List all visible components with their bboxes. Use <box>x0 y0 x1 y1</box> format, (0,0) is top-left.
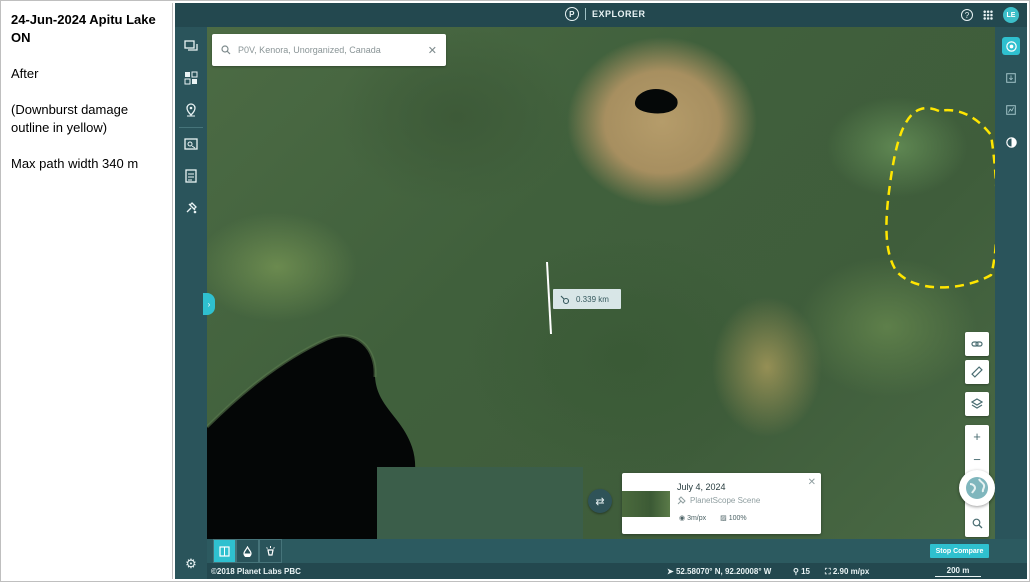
basemap-layers-icon[interactable] <box>965 392 989 416</box>
scene-resolution: ◉ 3m/px <box>679 514 706 522</box>
brightness-contrast-icon[interactable] <box>1002 133 1020 151</box>
opacity-drop-icon[interactable] <box>236 539 259 563</box>
zoom-to-icon[interactable] <box>965 513 989 533</box>
compare-swipe-panel[interactable] <box>377 467 583 539</box>
clear-search-icon[interactable]: ✕ <box>428 44 437 57</box>
top-bar: P EXPLORER ? LE <box>175 3 1027 27</box>
measure-ruler-icon[interactable] <box>965 360 989 384</box>
slide-frame: 24-Jun-2024 Apitu Lake ON After (Downbur… <box>0 0 1030 582</box>
split-view-icon[interactable] <box>213 539 236 563</box>
stop-compare-button[interactable]: Stop Compare <box>930 544 989 558</box>
apps-grid-icon[interactable] <box>983 10 993 20</box>
zoom-out-button[interactable]: − <box>965 449 989 469</box>
layers-list-icon[interactable] <box>182 37 200 55</box>
import-icon[interactable] <box>1002 69 1020 87</box>
scale-bar: 200 m <box>935 566 981 577</box>
scene-coverage-value: 100% <box>728 515 747 522</box>
coordinates-value: 52.58070° N, 92.20008° W <box>675 567 772 576</box>
compare-mode-icon[interactable] <box>1002 37 1020 55</box>
swap-compare-button[interactable]: ⇄ <box>588 489 612 513</box>
location-search-box[interactable]: ✕ <box>212 34 446 66</box>
scene-type: PlanetScope Scene <box>677 496 760 505</box>
close-scene-card-icon[interactable]: ✕ <box>808 477 816 488</box>
planet-explorer-app: P EXPLORER ? LE ⚙ P0V, Kenora, Unorganiz… <box>175 3 1027 579</box>
scene-resolution-value: 3m/px <box>687 515 707 522</box>
measurement-value: 0.339 km <box>576 294 609 304</box>
notes-after: After <box>11 66 39 81</box>
notes-title: 24-Jun-2024 Apitu Lake ON <box>11 12 156 45</box>
top-right-actions: ? LE <box>961 7 1019 23</box>
mosaic-grid-icon[interactable] <box>182 69 200 87</box>
measurement-line <box>546 261 552 335</box>
scene-thumbnail <box>622 491 670 517</box>
satellite-task-icon[interactable] <box>182 199 200 217</box>
notes-outline-description: (Downburst damage outline in yellow) <box>11 102 129 135</box>
scene-info-card[interactable]: July 4, 2024 PlanetScope Scene ◉ 3m/px ▨… <box>622 473 821 534</box>
zoom-in-button[interactable]: + <box>965 426 989 446</box>
right-tool-rail <box>995 27 1027 539</box>
share-link-icon[interactable] <box>965 332 989 356</box>
status-bar: ©2018 Planet Labs PBC ➤ 52.58070° N, 92.… <box>207 563 1027 579</box>
zoom-magnifier-icon: ⚲ <box>793 567 802 576</box>
avatar[interactable]: LE <box>1003 7 1019 23</box>
notes-panel: 24-Jun-2024 Apitu Lake ON After (Downbur… <box>3 3 173 579</box>
scene-date: July 4, 2024 <box>677 482 726 492</box>
chart-icon[interactable] <box>1002 101 1020 119</box>
resolution-icon: ◉ <box>679 515 688 522</box>
cursor-coordinates: ➤ 52.58070° N, 92.20008° W <box>667 567 771 576</box>
expand-panel-chevron-icon[interactable]: › <box>203 293 215 315</box>
spotlight-icon[interactable] <box>259 539 282 563</box>
ruler-distance-icon <box>560 295 570 304</box>
coverage-icon: ▨ <box>720 515 729 522</box>
downburst-outline <box>885 107 995 289</box>
document-icon[interactable] <box>182 167 200 185</box>
map-overlay <box>207 88 995 539</box>
navigation-arrow-icon: ➤ <box>667 567 676 576</box>
satellite-icon <box>677 496 686 505</box>
satellite-map[interactable]: ✕ 0.339 km + − <box>207 27 995 539</box>
settings-gear-icon[interactable]: ⚙ <box>182 555 200 573</box>
search-input[interactable] <box>238 45 421 55</box>
notes-path-width: Max path width 340 m <box>11 156 139 171</box>
map-resolution-value: 2.90 m/px <box>832 567 870 576</box>
search-icon <box>221 45 231 55</box>
rail-divider <box>179 127 203 128</box>
help-icon[interactable]: ? <box>961 9 973 21</box>
copyright: ©2018 Planet Labs PBC <box>211 567 301 576</box>
scene-type-label: PlanetScope Scene <box>690 496 761 505</box>
brand-divider <box>585 8 586 20</box>
scene-meta: ◉ 3m/px ▨ 100% <box>679 514 747 522</box>
zoom-level-value: 15 <box>801 567 810 576</box>
location-pin-icon[interactable] <box>182 101 200 119</box>
resolution-frame-icon: ⛶ <box>825 567 833 576</box>
map-resolution: ⛶ 2.90 m/px <box>825 567 869 577</box>
zoom-level: ⚲ 15 <box>793 567 810 576</box>
small-pond <box>634 88 678 114</box>
scene-coverage: ▨ 100% <box>720 514 746 522</box>
planet-logo-icon: P <box>565 7 579 21</box>
compare-mode-toolbar <box>213 539 285 563</box>
brand-title: EXPLORER <box>592 9 646 19</box>
measurement-tooltip: 0.339 km <box>553 289 621 309</box>
brand[interactable]: P EXPLORER <box>565 7 646 21</box>
globe-view-icon[interactable] <box>959 470 995 506</box>
image-search-icon[interactable] <box>182 135 200 153</box>
